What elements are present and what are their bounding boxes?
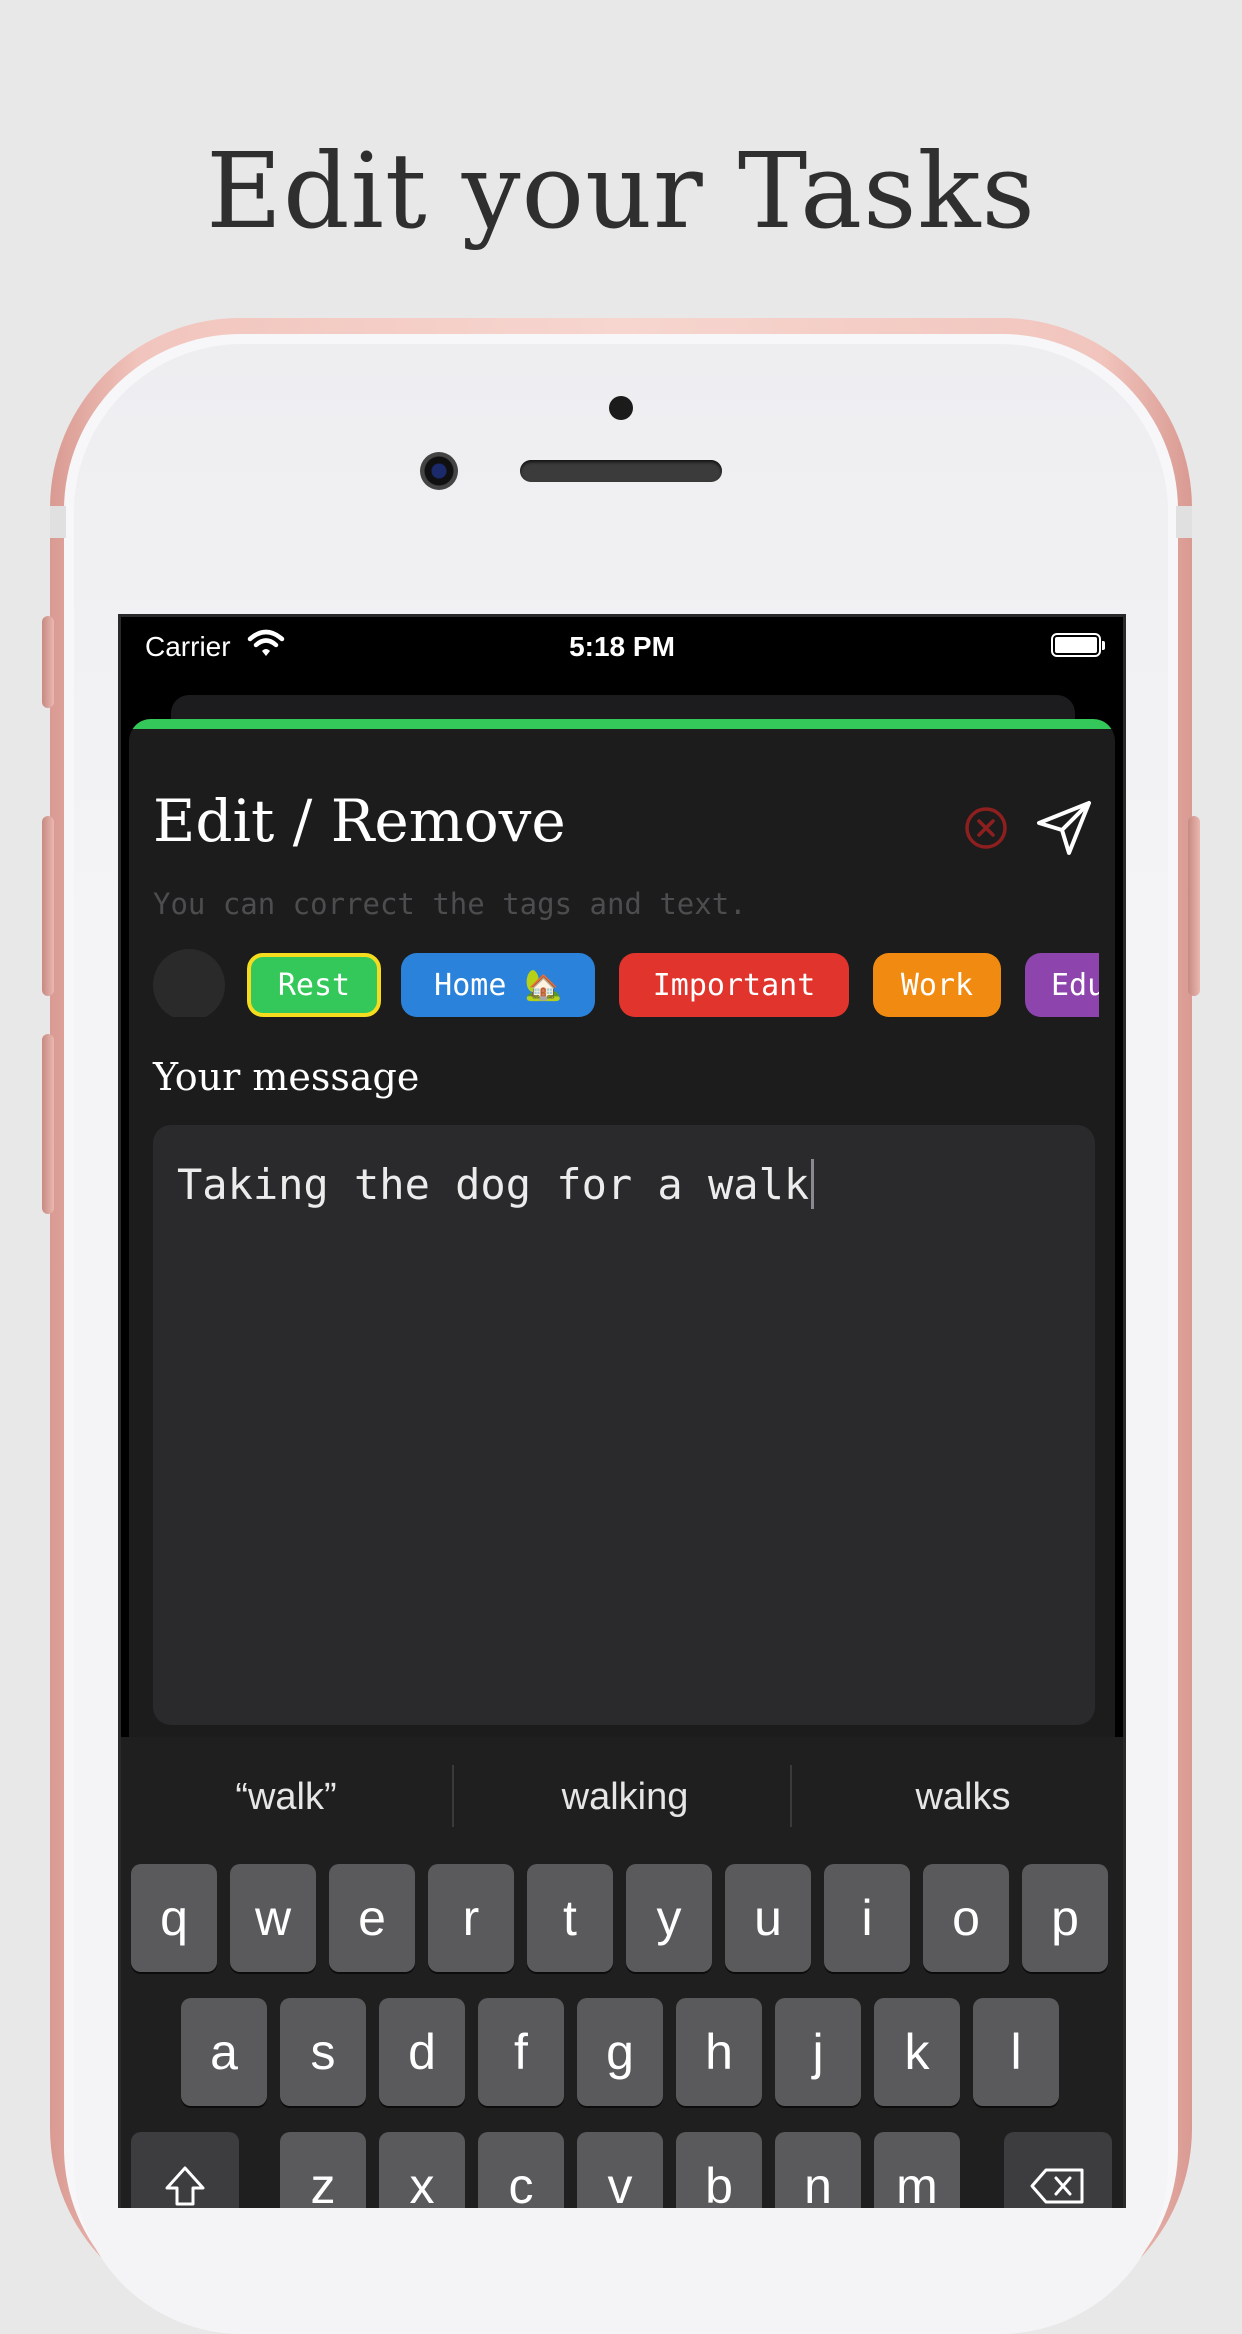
key-f[interactable]: f: [478, 1998, 564, 2106]
message-text: Taking the dog for a walk: [177, 1160, 810, 1209]
remove-button[interactable]: [963, 805, 1009, 851]
clock: 5:18 PM: [569, 631, 675, 662]
sheet-title: Edit / Remove: [153, 787, 566, 855]
key-s[interactable]: s: [280, 1998, 366, 2106]
prediction-bar: “walk” walking walks: [121, 1737, 1123, 1857]
key-v[interactable]: v: [577, 2132, 663, 2208]
keyboard: “walk” walking walks q w e r t y u i o p…: [121, 1737, 1123, 2208]
key-x[interactable]: x: [379, 2132, 465, 2208]
prediction-3[interactable]: walks: [798, 1737, 1123, 1857]
proximity-sensor: [609, 396, 633, 420]
key-j[interactable]: j: [775, 1998, 861, 2106]
key-q[interactable]: q: [131, 1864, 217, 1972]
delete-key[interactable]: [1004, 2132, 1112, 2208]
sheet-accent-bar: [129, 719, 1115, 729]
volume-down-button: [42, 1034, 54, 1214]
key-l[interactable]: l: [973, 1998, 1059, 2106]
prediction-1[interactable]: “walk”: [121, 1737, 451, 1857]
antenna-band: [1176, 506, 1192, 538]
shift-key[interactable]: [131, 2132, 239, 2208]
tag-rest[interactable]: Rest: [247, 953, 381, 1017]
front-camera: [420, 452, 458, 490]
key-h[interactable]: h: [676, 1998, 762, 2106]
edit-sheet: Edit / Remove You can correct the tags a…: [129, 719, 1115, 1819]
key-w[interactable]: w: [230, 1864, 316, 1972]
message-input[interactable]: Taking the dog for a walk: [153, 1125, 1095, 1725]
send-button[interactable]: [1033, 797, 1095, 859]
antenna-band: [50, 506, 66, 538]
key-z[interactable]: z: [280, 2132, 366, 2208]
shift-icon: [165, 2166, 205, 2206]
battery-icon: [1051, 633, 1105, 657]
key-c[interactable]: c: [478, 2132, 564, 2208]
tag-row: Rest Home 🏡 Important Work Edu: [153, 937, 1103, 1017]
key-e[interactable]: e: [329, 1864, 415, 1972]
tag-important[interactable]: Important: [619, 953, 849, 1017]
tag-work[interactable]: Work: [873, 953, 1001, 1017]
color-picker-button[interactable]: [153, 949, 225, 1017]
key-d[interactable]: d: [379, 1998, 465, 2106]
tag-edu[interactable]: Edu: [1025, 953, 1099, 1017]
ring-switch: [42, 616, 54, 708]
phone-screen: Carrier 5:18 PM Edit / Remove You can co…: [118, 614, 1126, 2208]
prediction-2[interactable]: walking: [460, 1737, 790, 1857]
key-u[interactable]: u: [725, 1864, 811, 1972]
key-n[interactable]: n: [775, 2132, 861, 2208]
text-cursor: [811, 1159, 815, 1209]
power-button: [1188, 816, 1200, 996]
status-bar: Carrier 5:18 PM: [121, 617, 1123, 677]
message-label: Your message: [153, 1055, 420, 1099]
key-g[interactable]: g: [577, 1998, 663, 2106]
key-b[interactable]: b: [676, 2132, 762, 2208]
key-k[interactable]: k: [874, 1998, 960, 2106]
key-a[interactable]: a: [181, 1998, 267, 2106]
key-i[interactable]: i: [824, 1864, 910, 1972]
key-o[interactable]: o: [923, 1864, 1009, 1972]
tag-home[interactable]: Home 🏡: [401, 953, 595, 1017]
earpiece-speaker: [520, 460, 722, 482]
key-r[interactable]: r: [428, 1864, 514, 1972]
headline: Edit your Tasks: [206, 130, 1036, 252]
volume-up-button: [42, 816, 54, 996]
key-y[interactable]: y: [626, 1864, 712, 1972]
key-t[interactable]: t: [527, 1864, 613, 1972]
key-p[interactable]: p: [1022, 1864, 1108, 1972]
key-m[interactable]: m: [874, 2132, 960, 2208]
sheet-subtitle: You can correct the tags and text.: [153, 887, 747, 921]
backspace-icon: [1030, 2168, 1084, 2204]
